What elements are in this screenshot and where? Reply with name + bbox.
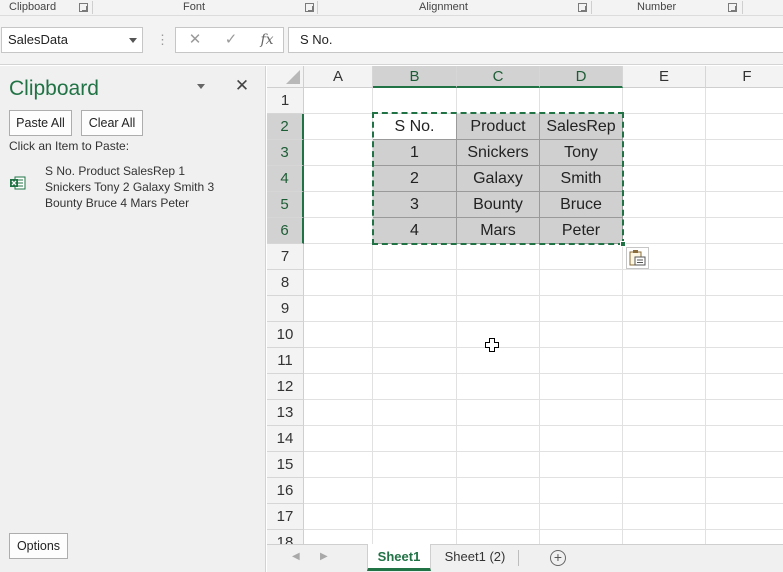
table-cell[interactable]: 3	[373, 192, 457, 218]
row-header[interactable]: 7	[267, 244, 304, 270]
column-header[interactable]: D	[540, 66, 623, 88]
table-cell[interactable]: Bounty	[457, 192, 540, 218]
table-cell[interactable]: 4	[373, 218, 457, 244]
gridline	[304, 451, 783, 452]
gridline	[304, 399, 783, 400]
table-header-cell[interactable]: Product	[457, 114, 540, 140]
table-cell[interactable]: Tony	[540, 140, 623, 166]
table-cell[interactable]: Smith	[540, 166, 623, 192]
row-header[interactable]: 1	[267, 88, 304, 114]
clipboard-item-text: S No. Product SalesRep 1 Snickers Tony 2…	[45, 164, 215, 210]
clipboard-item[interactable]: S No. Product SalesRep 1 Snickers Tony 2…	[9, 162, 259, 212]
column-header[interactable]: F	[706, 66, 783, 88]
ribbon-group-alignment: Alignment	[419, 1, 468, 13]
name-box-value: SalesData	[8, 32, 68, 47]
paste-all-button[interactable]: Paste All	[9, 110, 72, 136]
ribbon-separator	[317, 1, 318, 14]
table-cell[interactable]: Bruce	[540, 192, 623, 218]
ribbon-group-number: Number	[637, 1, 677, 13]
select-all-button[interactable]	[267, 66, 304, 88]
font-launcher-icon[interactable]	[305, 3, 314, 12]
sheet-tab-bar: ◀ ▶ Sheet1 Sheet1 (2) +	[267, 544, 783, 572]
row-header[interactable]: 4	[267, 166, 304, 192]
more-options-icon[interactable]: ⋮	[156, 30, 169, 50]
select-all-icon	[286, 70, 300, 84]
close-icon[interactable]: ✕	[234, 76, 250, 96]
tab-sheet1[interactable]: Sheet1	[367, 544, 431, 571]
clipboard-instruction: Click an Item to Paste:	[9, 139, 130, 153]
gridline	[304, 269, 783, 270]
clear-all-button[interactable]: Clear All	[81, 110, 143, 136]
gridline	[705, 88, 706, 544]
row-header[interactable]: 2	[267, 114, 304, 140]
row-header[interactable]: 12	[267, 374, 304, 400]
table-cell[interactable]: Snickers	[457, 140, 540, 166]
row-header[interactable]: 13	[267, 400, 304, 426]
row-header[interactable]: 16	[267, 478, 304, 504]
tab-sheet1-2[interactable]: Sheet1 (2)	[437, 544, 513, 571]
table-header-cell[interactable]: SalesRep	[540, 114, 623, 140]
gridline	[304, 425, 783, 426]
cell-cursor-icon	[485, 338, 499, 352]
paste-options-button[interactable]	[626, 247, 649, 269]
gridline	[304, 373, 783, 374]
scroll-right-icon[interactable]: ▶	[320, 551, 328, 562]
row-header[interactable]: 15	[267, 452, 304, 478]
gridline	[304, 321, 783, 322]
chevron-down-icon[interactable]	[129, 38, 137, 43]
column-header[interactable]: E	[623, 66, 706, 88]
row-header[interactable]: 6	[267, 218, 304, 244]
worksheet-grid[interactable]: A B C D E F 1 2 3 4 5 6 7 8 9 10 11 12 1…	[267, 66, 783, 544]
row-header[interactable]: 14	[267, 426, 304, 452]
formula-bar-area: SalesData ⋮ ✕ ✓ fx S No.	[0, 16, 783, 65]
ribbon-separator	[92, 1, 93, 14]
tab-separator	[518, 550, 519, 566]
add-sheet-icon[interactable]: +	[550, 550, 566, 566]
row-header[interactable]: 18	[267, 530, 304, 544]
alignment-launcher-icon[interactable]	[578, 3, 587, 12]
column-header[interactable]: B	[373, 66, 457, 88]
gridline	[304, 295, 783, 296]
column-header[interactable]: A	[304, 66, 373, 88]
gridline	[304, 503, 783, 504]
clipboard-pane: Clipboard ✕ Paste All Clear All Click an…	[0, 66, 266, 572]
table-header-cell[interactable]: S No.	[373, 114, 457, 140]
task-pane-options-icon[interactable]	[197, 84, 205, 89]
row-header[interactable]: 11	[267, 348, 304, 374]
scroll-left-icon[interactable]: ◀	[292, 551, 300, 562]
options-button[interactable]: Options	[9, 533, 68, 559]
table-cell[interactable]: Mars	[457, 218, 540, 244]
paste-options-icon	[629, 250, 646, 266]
table-cell[interactable]: 1	[373, 140, 457, 166]
enter-icon[interactable]: ✓	[217, 28, 245, 52]
number-launcher-icon[interactable]	[728, 3, 737, 12]
ribbon-group-font: Font	[183, 1, 206, 13]
name-box[interactable]: SalesData	[1, 27, 143, 53]
insert-function-icon[interactable]: fx	[253, 28, 281, 52]
gridline	[304, 347, 783, 348]
formula-input[interactable]: S No.	[288, 27, 783, 53]
ribbon-separator	[742, 1, 743, 14]
column-header[interactable]: C	[457, 66, 540, 88]
row-header[interactable]: 10	[267, 322, 304, 348]
ribbon-group-clipboard: Clipboard	[9, 1, 57, 13]
formula-buttons: ✕ ✓ fx	[175, 27, 284, 53]
clipboard-launcher-icon[interactable]	[79, 3, 88, 12]
row-header[interactable]: 8	[267, 270, 304, 296]
row-header[interactable]: 9	[267, 296, 304, 322]
table-cell[interactable]: Galaxy	[457, 166, 540, 192]
table-cell[interactable]: 2	[373, 166, 457, 192]
table-cell[interactable]: Peter	[540, 218, 623, 244]
gridline	[304, 529, 783, 530]
row-header[interactable]: 17	[267, 504, 304, 530]
ribbon-group-labels: Clipboard Font Alignment Number	[0, 0, 783, 16]
row-header[interactable]: 3	[267, 140, 304, 166]
clipboard-pane-title: Clipboard	[9, 77, 99, 100]
excel-icon	[10, 176, 26, 190]
cancel-icon[interactable]: ✕	[181, 28, 209, 52]
gridline	[304, 477, 783, 478]
ribbon-separator	[591, 1, 592, 14]
row-header[interactable]: 5	[267, 192, 304, 218]
